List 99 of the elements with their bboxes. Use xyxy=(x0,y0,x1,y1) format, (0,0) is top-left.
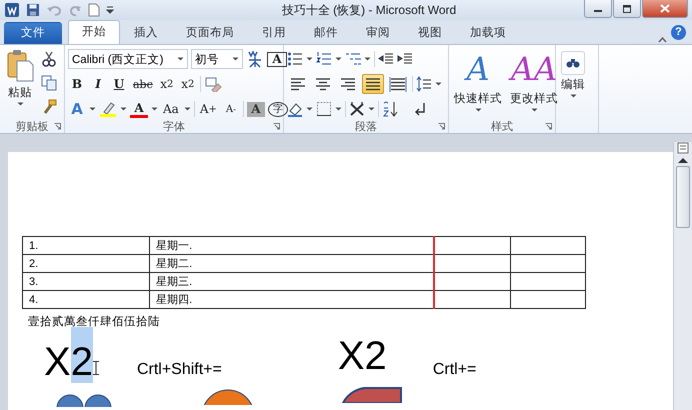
scrollbar-thumb[interactable] xyxy=(676,166,690,228)
caret-icon[interactable] xyxy=(89,107,96,111)
clear-formatting-icon[interactable] xyxy=(204,76,222,92)
file-menu-button[interactable]: 文件 xyxy=(4,22,62,44)
shortcut-text: Crtl+= xyxy=(432,361,476,379)
style-gallery-button[interactable]: A 快速样式 xyxy=(452,49,504,120)
caret-icon[interactable] xyxy=(335,57,342,61)
group-label: 字体 xyxy=(163,120,185,134)
save-icon[interactable] xyxy=(26,3,40,17)
distributed-lines-icon xyxy=(389,76,407,92)
format-button[interactable]: A xyxy=(68,100,86,118)
ribbon-tab[interactable]: 加载项 xyxy=(456,22,520,44)
caret-icon[interactable] xyxy=(232,57,239,61)
align-button[interactable] xyxy=(362,74,384,94)
caret-icon[interactable] xyxy=(306,107,313,111)
multilevel-list-icon[interactable] xyxy=(345,51,361,67)
scissors-icon[interactable] xyxy=(41,51,57,67)
caret-icon[interactable] xyxy=(184,107,191,111)
text-lines-icon xyxy=(314,76,332,92)
caret-icon[interactable] xyxy=(177,57,184,61)
line-spacing-icon[interactable] xyxy=(416,76,432,92)
maximize-icon xyxy=(622,4,632,12)
text-lines-icon xyxy=(339,76,357,92)
format-button[interactable]: A xyxy=(267,52,287,66)
format-button[interactable]: A xyxy=(130,100,148,118)
borders-icon[interactable] xyxy=(316,101,332,117)
caret-icon[interactable] xyxy=(306,57,313,61)
caret-icon[interactable] xyxy=(335,107,342,111)
table-cell: 2. xyxy=(22,254,150,272)
format-button[interactable]: B xyxy=(68,75,86,93)
caret-icon[interactable] xyxy=(364,57,371,61)
sort-icon[interactable] xyxy=(382,101,398,117)
maximize-button[interactable] xyxy=(613,0,641,18)
formula-text: X2 xyxy=(44,327,93,387)
shortcut-text: Crtl+Shift+= xyxy=(136,361,222,379)
copy-icon[interactable] xyxy=(41,75,57,91)
app-icon xyxy=(4,2,20,18)
paste-button[interactable]: 粘贴 xyxy=(3,49,37,120)
caret-icon[interactable] xyxy=(368,107,375,111)
format-button[interactable]: Aa xyxy=(161,100,181,118)
clipboard-icon xyxy=(5,49,35,83)
text-cursor-icon xyxy=(92,361,99,375)
scroll-up-icon[interactable] xyxy=(678,157,688,163)
caret-icon[interactable] xyxy=(474,108,482,112)
minimize-button[interactable] xyxy=(584,0,612,18)
font-name-dropdown[interactable]: Calibri (西文正文) xyxy=(68,49,188,69)
new-document-icon[interactable] xyxy=(88,3,100,17)
caret-icon[interactable] xyxy=(151,107,158,111)
editing-button[interactable]: 编辑 xyxy=(559,49,587,120)
table-cell: 1. xyxy=(22,236,150,254)
caret-icon[interactable] xyxy=(16,102,24,106)
numbered-list-icon[interactable] xyxy=(316,51,332,67)
format-button[interactable]: I xyxy=(89,75,107,93)
style-gallery-button[interactable]: AA 更改样式 xyxy=(508,49,560,120)
dialog-launcher-icon[interactable] xyxy=(273,123,280,130)
format-button[interactable]: 字 xyxy=(268,102,288,116)
group-label: 剪贴板 xyxy=(16,120,48,134)
ribbon-tab[interactable]: 页面布局 xyxy=(172,22,248,44)
ribbon-tab[interactable]: 插入 xyxy=(120,22,172,44)
text-lines-icon xyxy=(364,76,382,92)
format-button[interactable]: U xyxy=(110,75,128,93)
customize-menu-icon[interactable] xyxy=(106,5,114,15)
table-cell: 4. xyxy=(22,290,150,308)
bullet-list-icon[interactable] xyxy=(287,51,303,67)
format-button[interactable]: A xyxy=(246,102,265,116)
table-cell: 星期一. xyxy=(150,236,434,254)
close-button[interactable] xyxy=(642,0,688,18)
caret-icon[interactable] xyxy=(120,107,127,111)
format-painter-icon[interactable] xyxy=(41,99,57,115)
highlight-icon[interactable] xyxy=(99,100,117,118)
font-size-dropdown[interactable]: 初号 xyxy=(191,49,243,69)
ruler-toggle-icon[interactable] xyxy=(677,142,689,154)
dialog-launcher-icon[interactable] xyxy=(545,123,552,130)
dialog-launcher-icon[interactable] xyxy=(438,123,445,130)
body-text: 壹拾贰萬叁仟肆佰伍拾陆 xyxy=(28,314,161,329)
ribbon-tab[interactable]: 引用 xyxy=(248,22,300,44)
caret-icon[interactable] xyxy=(435,82,442,86)
shading-icon[interactable] xyxy=(287,101,303,117)
group-label: 样式 xyxy=(491,120,513,134)
text-lines-icon xyxy=(289,76,307,92)
rounded-shape xyxy=(342,387,402,403)
group-label: 段落 xyxy=(355,120,377,134)
ribbon-tab[interactable]: 审阅 xyxy=(352,22,404,44)
dialog-launcher-icon[interactable] xyxy=(54,123,61,130)
vertical-scrollbar[interactable] xyxy=(673,142,692,410)
help-button[interactable]: ? xyxy=(671,25,686,40)
close-icon xyxy=(660,4,670,13)
format-button[interactable]: abc xyxy=(131,75,155,93)
ribbon-tab[interactable]: 视图 xyxy=(404,22,456,44)
binoculars-icon xyxy=(566,58,580,68)
caret-icon[interactable] xyxy=(570,94,576,98)
ribbon-tab[interactable]: 开始 xyxy=(68,20,120,44)
collapse-ribbon-icon[interactable] xyxy=(658,36,667,44)
window-title: 技巧十全 (恢复) - Microsoft Word xyxy=(280,2,458,18)
caret-icon[interactable] xyxy=(530,108,538,112)
table-cell: 3. xyxy=(22,272,150,290)
align-button[interactable] xyxy=(387,74,409,94)
formula-text: X2 xyxy=(338,333,387,380)
ribbon-tab[interactable]: 邮件 xyxy=(300,22,352,44)
